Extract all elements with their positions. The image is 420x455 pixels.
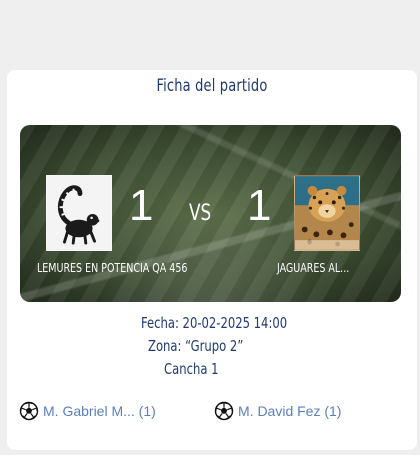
match-card: Ficha del partido 1 VS 1 LEMURES EN POTE…: [7, 70, 417, 450]
match-date: Fecha: 20-02-2025 14:00: [141, 314, 288, 332]
scorer-label[interactable]: M. David Fez (1): [238, 403, 341, 419]
soccer-ball-icon: [214, 401, 234, 421]
jaguar-crest-icon[interactable]: [294, 175, 360, 251]
home-score: 1: [129, 181, 154, 230]
scorer-label[interactable]: M. Gabriel M... (1): [43, 403, 156, 419]
away-score: 1: [247, 181, 272, 230]
soccer-ball-icon: [19, 401, 39, 421]
match-field: Cancha 1: [164, 360, 219, 378]
card-title: Ficha del partido: [156, 76, 268, 96]
match-zone: Zona: “Grupo 2”: [148, 337, 244, 355]
home-team-name[interactable]: LEMURES EN POTENCIA QA 456: [37, 261, 187, 275]
home-scorer: M. Gabriel M... (1): [19, 401, 156, 421]
vs-label: VS: [188, 201, 212, 226]
away-scorer: M. David Fez (1): [214, 401, 341, 421]
scoreboard: 1 VS 1 LEMURES EN POTENCIA QA 456 JAGUAR…: [20, 125, 401, 302]
away-team-name[interactable]: JAGUARES AL...: [277, 261, 349, 275]
lemur-crest-icon[interactable]: [46, 175, 112, 251]
